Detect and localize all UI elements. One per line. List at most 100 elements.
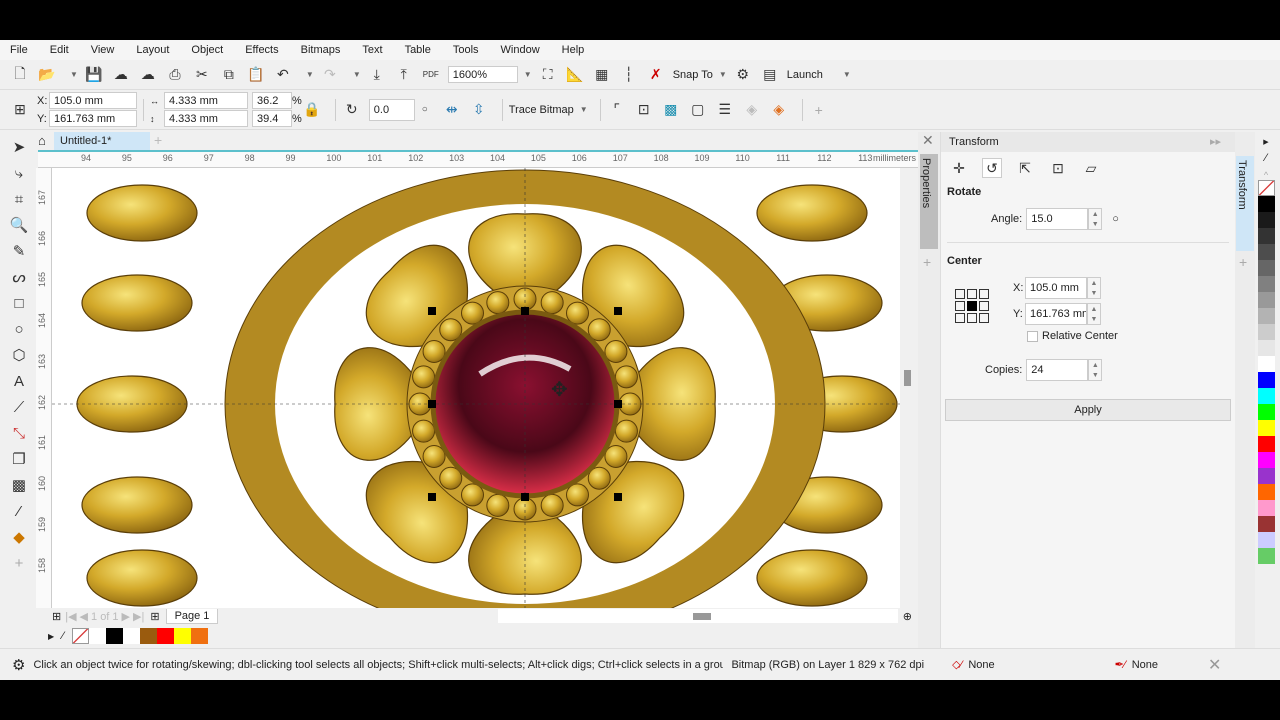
trace-bitmap-button[interactable]: Trace Bitmap bbox=[509, 104, 574, 116]
color-swatch[interactable] bbox=[89, 628, 106, 644]
palette-menu-icon[interactable]: ▶ bbox=[1263, 138, 1268, 146]
drawing-canvas[interactable]: ✥ bbox=[52, 168, 900, 608]
copy-icon[interactable]: ⧉ bbox=[219, 65, 239, 85]
show-grid-icon[interactable]: ▦ bbox=[592, 65, 612, 85]
add-tool-icon[interactable]: + bbox=[9, 553, 29, 573]
color-swatch[interactable] bbox=[1257, 372, 1275, 388]
collapse-docker-icon[interactable]: ▸▸ bbox=[1210, 135, 1221, 148]
options-gear-icon[interactable]: ⚙ bbox=[733, 65, 753, 85]
size-mode-icon[interactable]: ⊡ bbox=[1048, 158, 1068, 178]
color-swatch[interactable] bbox=[174, 628, 191, 644]
menu-file[interactable]: File bbox=[10, 44, 28, 56]
last-page-icon[interactable]: ▶| bbox=[133, 610, 144, 623]
show-rulers-icon[interactable]: 📐 bbox=[565, 65, 585, 85]
rotation-angle-field[interactable]: 0.0 bbox=[368, 98, 415, 121]
add-page-icon[interactable]: ⊞ bbox=[52, 610, 61, 623]
color-swatch[interactable] bbox=[123, 628, 140, 644]
show-guidelines-icon[interactable]: ┆ bbox=[619, 65, 639, 85]
x-position-field[interactable]: 105.0 mm bbox=[49, 92, 137, 109]
transform-docker-tab[interactable]: Transform bbox=[1236, 156, 1254, 251]
skew-mode-icon[interactable]: ▱ bbox=[1081, 158, 1101, 178]
palette-scroll-up-icon[interactable]: ^ bbox=[1264, 170, 1268, 180]
horizontal-scrollbar[interactable] bbox=[498, 609, 898, 623]
color-swatch[interactable] bbox=[1257, 500, 1275, 516]
color-swatch[interactable] bbox=[1257, 484, 1275, 500]
freehand-tool-icon[interactable]: ✎ bbox=[9, 241, 29, 261]
menu-effects[interactable]: Effects bbox=[245, 44, 278, 56]
menu-window[interactable]: Window bbox=[501, 44, 540, 56]
cloud-upload-icon[interactable]: ☁ bbox=[138, 65, 158, 85]
color-swatch[interactable] bbox=[1257, 452, 1275, 468]
new-document-icon[interactable]: 🗋 bbox=[10, 65, 30, 85]
copies-field[interactable]: 24 bbox=[1026, 359, 1089, 381]
connector-tool-icon[interactable]: ⤡ bbox=[9, 423, 29, 443]
width-field[interactable]: 4.333 mm bbox=[164, 92, 248, 109]
new-tab-icon[interactable]: + bbox=[154, 132, 162, 148]
import-icon[interactable]: ⤓ bbox=[367, 65, 387, 85]
color-swatch[interactable] bbox=[106, 628, 123, 644]
color-swatch[interactable] bbox=[1257, 244, 1275, 260]
no-color-swatch[interactable] bbox=[1257, 180, 1275, 196]
open-icon[interactable]: 📂 bbox=[37, 65, 57, 85]
color-swatch[interactable] bbox=[1257, 532, 1275, 548]
next-page-icon[interactable]: ▶ bbox=[122, 610, 130, 623]
color-swatch[interactable] bbox=[1257, 388, 1275, 404]
palette-expand-icon[interactable]: ▶ bbox=[48, 632, 54, 641]
zoom-level-field[interactable]: 1600% bbox=[447, 66, 518, 83]
color-swatch[interactable] bbox=[1257, 324, 1275, 340]
color-swatch[interactable] bbox=[1257, 468, 1275, 484]
rotate-mode-icon[interactable]: ↺ bbox=[982, 158, 1002, 178]
zoom-tool-icon[interactable]: 🔍 bbox=[9, 215, 29, 235]
color-swatch[interactable] bbox=[140, 628, 157, 644]
export-icon[interactable]: ⤒ bbox=[394, 65, 414, 85]
color-swatch[interactable] bbox=[1257, 420, 1275, 436]
rectangle-tool-icon[interactable]: □ bbox=[9, 293, 29, 313]
status-close-icon[interactable]: ✕ bbox=[1208, 655, 1221, 675]
lock-ratio-icon[interactable]: 🔒 bbox=[302, 100, 322, 120]
mandala-artwork[interactable]: ✥ bbox=[52, 168, 900, 608]
shape-tool-icon[interactable]: ⤷ bbox=[9, 163, 29, 183]
color-swatch[interactable] bbox=[1257, 196, 1275, 212]
add-docker-icon[interactable]: + bbox=[923, 254, 931, 270]
color-swatch[interactable] bbox=[1257, 548, 1275, 564]
menu-object[interactable]: Object bbox=[191, 44, 223, 56]
color-swatch[interactable] bbox=[1257, 436, 1275, 452]
outline-pen-icon[interactable]: ✒⁄ bbox=[1115, 658, 1126, 671]
document-tab[interactable]: Untitled-1* bbox=[54, 132, 150, 150]
scale-mirror-mode-icon[interactable]: ⇱ bbox=[1015, 158, 1035, 178]
status-gear-icon[interactable]: ⚙ bbox=[12, 656, 25, 674]
color-swatch[interactable] bbox=[1257, 356, 1275, 372]
color-swatch[interactable] bbox=[1257, 308, 1275, 324]
page-tab[interactable]: Page 1 bbox=[165, 609, 219, 624]
height-field[interactable]: 4.333 mm bbox=[164, 110, 248, 127]
interactive-fill-icon[interactable]: ◆ bbox=[9, 527, 29, 547]
properties-docker-tab[interactable]: Properties bbox=[920, 154, 938, 249]
color-swatch[interactable] bbox=[1257, 260, 1275, 276]
welcome-home-icon[interactable]: ⌂ bbox=[38, 133, 46, 148]
cut-icon[interactable]: ✂ bbox=[192, 65, 212, 85]
pick-tool-icon[interactable]: ➤ bbox=[9, 137, 29, 157]
menu-table[interactable]: Table bbox=[405, 44, 431, 56]
apply-button[interactable]: Apply bbox=[945, 399, 1231, 421]
fill-icon[interactable]: ◇⁄ bbox=[952, 658, 962, 671]
add-icon[interactable]: + bbox=[809, 100, 829, 120]
center-x-field[interactable]: 105.0 mm bbox=[1025, 277, 1087, 299]
to-front-icon[interactable]: ◈ bbox=[742, 100, 762, 120]
color-swatch[interactable] bbox=[1257, 228, 1275, 244]
polygon-tool-icon[interactable]: ⬡ bbox=[9, 345, 29, 365]
close-docker-icon[interactable]: ✕ bbox=[922, 132, 934, 149]
save-icon[interactable]: 💾 bbox=[84, 65, 104, 85]
angle-field[interactable]: 15.0 bbox=[1026, 208, 1089, 230]
redo-icon[interactable]: ↷ bbox=[320, 65, 340, 85]
menu-tools[interactable]: Tools bbox=[453, 44, 479, 56]
color-swatch[interactable] bbox=[1257, 516, 1275, 532]
color-swatch[interactable] bbox=[1257, 340, 1275, 356]
to-back-icon[interactable]: ◈ bbox=[769, 100, 789, 120]
scale-height-field[interactable]: 39.4 bbox=[252, 110, 292, 127]
drop-shadow-icon[interactable]: ❐ bbox=[9, 449, 29, 469]
color-swatch[interactable] bbox=[1257, 212, 1275, 228]
center-y-field[interactable]: 161.763 mm bbox=[1025, 303, 1087, 325]
edit-bitmap-icon[interactable]: ⌜ bbox=[607, 100, 627, 120]
vertical-ruler[interactable]: 167 166 165 164 163 162 161 160 159 158 bbox=[36, 168, 52, 608]
resample-icon[interactable]: ▩ bbox=[661, 100, 681, 120]
